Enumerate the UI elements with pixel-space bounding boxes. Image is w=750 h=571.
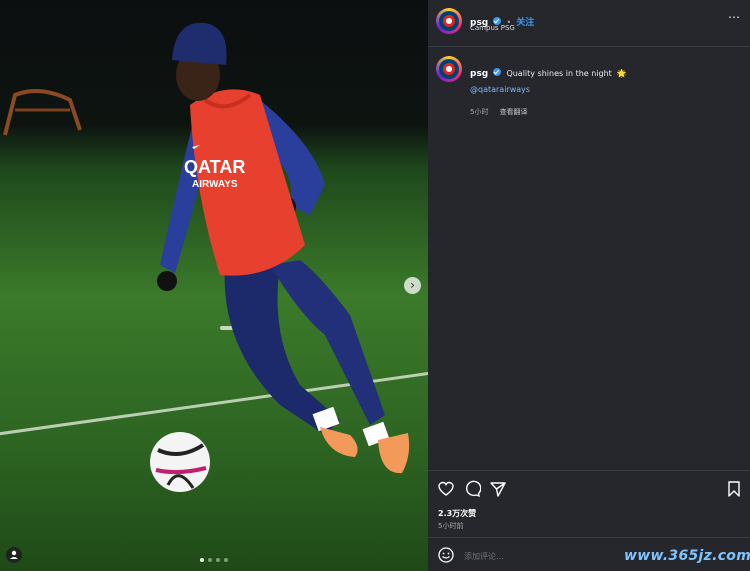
caption-username[interactable]: psg [470, 69, 488, 79]
comment-input[interactable] [462, 547, 636, 565]
bib-text-2: AIRWAYS [192, 179, 238, 190]
header-divider [428, 46, 750, 47]
follow-button[interactable]: 关注 [516, 18, 534, 28]
watermark-text: www.365jz.com [624, 548, 750, 564]
bookmark-icon[interactable] [725, 480, 743, 498]
background-fence [3, 89, 82, 136]
post-side-panel: psg • 关注 Campus PSG ⋯ psg Quality shines… [428, 0, 750, 571]
emoji-icon[interactable] [437, 546, 455, 564]
carousel-dot [200, 558, 204, 562]
actions-divider [428, 470, 750, 471]
bib-text-1: QATAR [184, 157, 245, 177]
carousel-dot [208, 558, 212, 562]
user-icon [10, 550, 18, 559]
heart-icon[interactable] [437, 480, 455, 498]
verified-badge-icon [493, 67, 502, 76]
caption-emoji: 🌟 [616, 69, 627, 78]
next-slide-button[interactable]: › [404, 277, 421, 294]
post-location[interactable]: Campus PSG [470, 24, 515, 32]
comment-icon[interactable] [463, 480, 481, 498]
share-icon[interactable] [489, 480, 507, 498]
caption-time: 5小时 [470, 108, 489, 116]
likes-count[interactable]: 2.3万次赞 [438, 508, 476, 519]
more-options-icon[interactable]: ⋯ [728, 10, 740, 24]
football [150, 432, 210, 492]
mention-link[interactable]: @qatarairways [470, 85, 530, 94]
see-translation-link[interactable]: 查看翻译 [500, 108, 528, 116]
comment-divider [428, 537, 750, 538]
post-media[interactable]: QATAR AIRWAYS › [0, 0, 428, 571]
carousel-dot [224, 558, 228, 562]
post-time: 5小时前 [438, 522, 464, 530]
carousel-dot [216, 558, 220, 562]
player-figure: QATAR AIRWAYS [157, 22, 410, 474]
psg-avatar[interactable] [436, 8, 462, 34]
carousel-indicator [200, 558, 228, 562]
tagged-users-button[interactable] [6, 547, 22, 563]
caption-text: Quality shines in the night [506, 69, 612, 78]
caption-avatar[interactable] [436, 56, 462, 82]
